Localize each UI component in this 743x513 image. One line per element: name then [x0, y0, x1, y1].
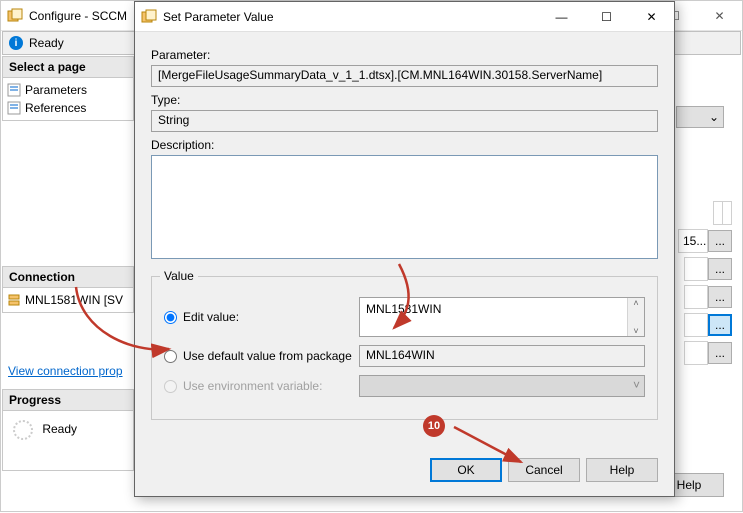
default-value-radio-label: Use default value from package — [183, 349, 352, 363]
scroll-down-icon: ˅ — [633, 326, 638, 336]
ellipsis-button[interactable]: ... — [708, 258, 732, 280]
ellipsis-button[interactable]: ... — [708, 286, 732, 308]
parameter-field: [MergeFileUsageSummaryData_v_1_1.dtsx].[… — [151, 65, 658, 87]
page-list: Parameters References — [2, 78, 134, 121]
edit-value-radio[interactable]: Edit value: — [164, 310, 359, 324]
grid-cell: 15... — [678, 229, 708, 253]
page-parameters[interactable]: Parameters — [7, 81, 129, 99]
configure-title: Configure - SCCM — [29, 9, 127, 23]
dialog-body: Parameter: [MergeFileUsageSummaryData_v_… — [135, 32, 674, 430]
ellipsis-button[interactable]: ... — [708, 342, 732, 364]
page-label: References — [25, 101, 86, 115]
dialog-button-row: OK Cancel Help — [430, 458, 658, 482]
progress-label: Ready — [42, 422, 77, 436]
help-button[interactable]: Help — [586, 458, 658, 482]
type-label: Type: — [151, 93, 658, 107]
dialog-titlebar[interactable]: Set Parameter Value — ☐ ✕ — [135, 2, 674, 32]
parameter-label: Parameter: — [151, 48, 658, 62]
chevron-down-icon: ˅ — [633, 378, 640, 392]
description-field[interactable] — [151, 155, 658, 259]
type-field: String — [151, 110, 658, 132]
page-label: Parameters — [25, 83, 87, 97]
package-icon — [141, 9, 157, 25]
edit-value-scrollbar[interactable]: ˄ ˅ — [627, 298, 644, 336]
env-variable-radio: Use environment variable: — [164, 379, 359, 393]
annotation-badge: 10 — [423, 415, 445, 437]
default-value-radio[interactable]: Use default value from package — [164, 349, 359, 363]
package-icon — [7, 8, 23, 24]
page-icon — [7, 83, 21, 97]
set-parameter-dialog: Set Parameter Value — ☐ ✕ Parameter: [Me… — [134, 1, 675, 497]
progress-body: Ready — [2, 411, 134, 471]
dialog-maximize-button[interactable]: ☐ — [584, 2, 629, 31]
page-icon — [7, 101, 21, 115]
left-panel: Select a page Parameters References Conn… — [2, 56, 134, 510]
select-page-header: Select a page — [2, 56, 134, 78]
progress-spinner-icon — [13, 420, 33, 440]
connection-body: MNL1581WIN [SV — [2, 288, 134, 313]
cancel-button[interactable]: Cancel — [508, 458, 580, 482]
scroll-up-icon: ˄ — [633, 298, 638, 308]
env-variable-radio-input — [164, 380, 177, 393]
page-references[interactable]: References — [7, 99, 129, 117]
default-value-field: MNL164WIN — [359, 345, 645, 367]
info-icon: i — [9, 36, 23, 50]
env-variable-field: ˅ — [359, 375, 645, 397]
dialog-close-button[interactable]: ✕ — [629, 2, 674, 31]
ready-text: Ready — [29, 36, 64, 50]
bg-grid-fragment: 15...... ... ... ... ... — [672, 101, 732, 367]
dialog-window-controls: — ☐ ✕ — [539, 2, 674, 31]
ok-button[interactable]: OK — [430, 458, 502, 482]
configure-close-button[interactable]: ✕ — [697, 1, 742, 30]
ellipsis-button[interactable]: ... — [708, 230, 732, 252]
env-variable-radio-label: Use environment variable: — [183, 379, 322, 393]
connection-header: Connection — [2, 266, 134, 288]
view-connection-link[interactable]: View connection prop — [2, 361, 134, 381]
edit-value-text: MNL1581WIN — [366, 302, 441, 316]
edit-value-field[interactable]: MNL1581WIN ˄ ˅ — [359, 297, 645, 337]
value-group-title: Value — [160, 269, 198, 283]
dialog-title: Set Parameter Value — [163, 10, 274, 24]
edit-value-radio-label: Edit value: — [183, 310, 239, 324]
server-icon — [7, 293, 21, 307]
ellipsis-button[interactable]: ... — [708, 314, 732, 336]
description-label: Description: — [151, 138, 658, 152]
edit-value-radio-input[interactable] — [164, 311, 177, 324]
progress-header: Progress — [2, 389, 134, 411]
dialog-minimize-button[interactable]: — — [539, 2, 584, 31]
default-value-radio-input[interactable] — [164, 350, 177, 363]
connection-server: MNL1581WIN [SV — [7, 291, 129, 309]
server-label: MNL1581WIN [SV — [25, 293, 123, 307]
value-groupbox: Value Edit value: MNL1581WIN ˄ ˅ U — [151, 276, 658, 420]
